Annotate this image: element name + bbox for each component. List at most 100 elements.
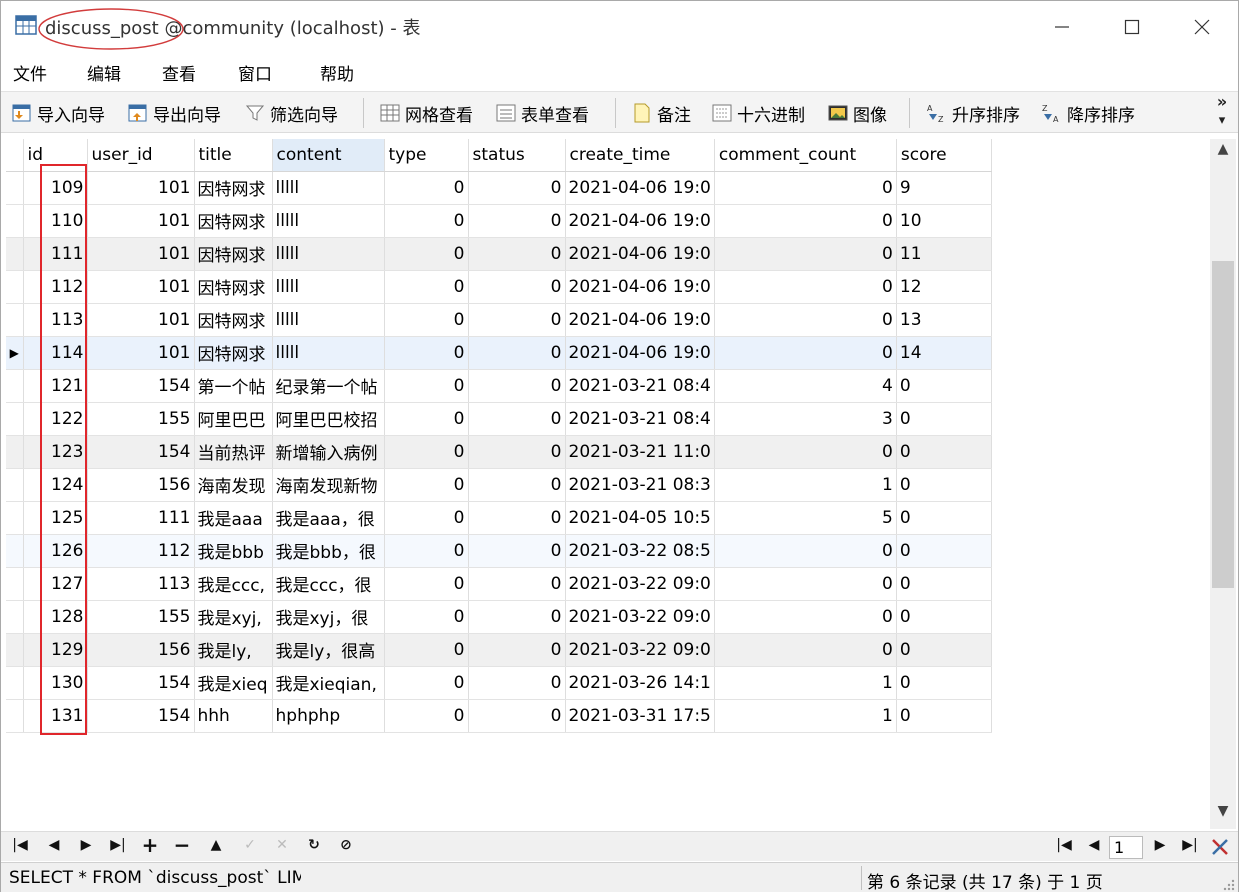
cell-id[interactable]: 127: [23, 567, 88, 601]
menu-help[interactable]: 帮助: [320, 60, 354, 85]
cell-title[interactable]: 我是ccc,: [194, 567, 273, 601]
cell-id[interactable]: 131: [23, 699, 88, 733]
cell-content[interactable]: 纪录第一个帖: [272, 369, 385, 403]
data-grid[interactable]: id user_id title content type status cre…: [6, 139, 1210, 829]
cell-user-id[interactable]: 155: [87, 402, 195, 436]
column-header-comment-count[interactable]: comment_count: [714, 139, 897, 172]
cell-comment-count[interactable]: 0: [714, 171, 897, 205]
cell-title[interactable]: 因特网求: [194, 204, 273, 238]
cell-title[interactable]: 第一个帖: [194, 369, 273, 403]
row-indicator[interactable]: [6, 468, 24, 502]
cell-score[interactable]: 0: [896, 501, 992, 535]
cell-content[interactable]: lllll: [272, 204, 385, 238]
table-row[interactable]: 124 156 海南发现 海南发现新物 0 0 2021-03-21 08:3 1 0: [6, 468, 992, 502]
cell-type[interactable]: 0: [384, 402, 469, 436]
cell-score[interactable]: 9: [896, 171, 992, 205]
cell-status[interactable]: 0: [468, 501, 566, 535]
menu-file[interactable]: 文件: [13, 60, 47, 85]
cell-create-time[interactable]: 2021-03-21 08:4: [565, 402, 715, 436]
cell-type[interactable]: 0: [384, 369, 469, 403]
refresh-icon[interactable]: ↻: [303, 837, 325, 857]
hex-button[interactable]: 十六进制: [711, 100, 805, 126]
filter-wizard-button[interactable]: 筛选向导: [244, 100, 338, 126]
table-row[interactable]: 123 154 当前热评 新增输入病例 0 0 2021-03-21 11:0 0 0: [6, 435, 992, 469]
cell-comment-count[interactable]: 4: [714, 369, 897, 403]
cell-user-id[interactable]: 154: [87, 699, 195, 733]
cell-title[interactable]: 我是aaa: [194, 501, 273, 535]
discard-changes-icon[interactable]: ✕: [271, 837, 293, 857]
cell-create-time[interactable]: 2021-04-06 19:0: [565, 270, 715, 304]
cell-user-id[interactable]: 101: [87, 336, 195, 370]
current-row-arrow-icon[interactable]: ▶: [6, 336, 24, 370]
cell-type[interactable]: 0: [384, 270, 469, 304]
cell-score[interactable]: 0: [896, 468, 992, 502]
cell-score[interactable]: 11: [896, 237, 992, 271]
cell-create-time[interactable]: 2021-04-05 10:5: [565, 501, 715, 535]
column-header-status[interactable]: status: [468, 139, 566, 172]
cell-create-time[interactable]: 2021-03-22 09:0: [565, 567, 715, 601]
cell-user-id[interactable]: 101: [87, 171, 195, 205]
cell-id[interactable]: 123: [23, 435, 88, 469]
row-indicator[interactable]: [6, 633, 24, 667]
cell-score[interactable]: 0: [896, 567, 992, 601]
scroll-thumb[interactable]: [1212, 261, 1234, 588]
table-row[interactable]: 112 101 因特网求 lllll 0 0 2021-04-06 19:0 0 12: [6, 270, 992, 304]
cell-title[interactable]: 我是xieq: [194, 666, 273, 700]
scroll-down-icon[interactable]: ▼: [1210, 803, 1236, 829]
cell-score[interactable]: 0: [896, 666, 992, 700]
table-row[interactable]: 121 154 第一个帖 纪录第一个帖 0 0 2021-03-21 08:4 4 0: [6, 369, 992, 403]
cell-score[interactable]: 0: [896, 633, 992, 667]
cell-create-time[interactable]: 2021-03-21 08:4: [565, 369, 715, 403]
grid-view-button[interactable]: 网格查看: [379, 100, 473, 126]
cell-comment-count[interactable]: 5: [714, 501, 897, 535]
cell-status[interactable]: 0: [468, 666, 566, 700]
cell-title[interactable]: 因特网求: [194, 237, 273, 271]
table-row[interactable]: 125 111 我是aaa 我是aaa，很 0 0 2021-04-05 10:5 5 0: [6, 501, 992, 535]
cell-status[interactable]: 0: [468, 600, 566, 634]
cell-comment-count[interactable]: 0: [714, 237, 897, 271]
cell-type[interactable]: 0: [384, 468, 469, 502]
column-header-id[interactable]: id: [23, 139, 88, 172]
cell-title[interactable]: 我是ly,: [194, 633, 273, 667]
cell-status[interactable]: 0: [468, 402, 566, 436]
export-wizard-button[interactable]: 导出向导: [127, 100, 221, 126]
table-row[interactable]: 130 154 我是xieq 我是xieqian, 0 0 2021-03-26 14:1 1…: [6, 666, 992, 700]
cell-status[interactable]: 0: [468, 171, 566, 205]
cell-user-id[interactable]: 156: [87, 468, 195, 502]
cell-title[interactable]: 因特网求: [194, 336, 273, 370]
cell-status[interactable]: 0: [468, 204, 566, 238]
cell-id[interactable]: 114: [23, 336, 88, 370]
cell-type[interactable]: 0: [384, 336, 469, 370]
cell-status[interactable]: 0: [468, 237, 566, 271]
cell-type[interactable]: 0: [384, 699, 469, 733]
menu-view[interactable]: 查看: [162, 60, 196, 85]
sort-descending-button[interactable]: ZA 降序排序: [1041, 100, 1135, 126]
cell-type[interactable]: 0: [384, 204, 469, 238]
cell-status[interactable]: 0: [468, 336, 566, 370]
last-record-icon[interactable]: ▶|: [107, 837, 129, 857]
cell-title[interactable]: 因特网求: [194, 303, 273, 337]
cell-user-id[interactable]: 154: [87, 435, 195, 469]
row-indicator[interactable]: [6, 666, 24, 700]
cell-type[interactable]: 0: [384, 600, 469, 634]
cell-status[interactable]: 0: [468, 534, 566, 568]
cell-score[interactable]: 10: [896, 204, 992, 238]
cell-title[interactable]: 当前热评: [194, 435, 273, 469]
cell-id[interactable]: 109: [23, 171, 88, 205]
cell-status[interactable]: 0: [468, 369, 566, 403]
table-row[interactable]: 129 156 我是ly, 我是ly，很高 0 0 2021-03-22 09:0 0 0: [6, 633, 992, 667]
cell-id[interactable]: 122: [23, 402, 88, 436]
cell-content[interactable]: 我是ly，很高: [272, 633, 385, 667]
cell-comment-count[interactable]: 0: [714, 435, 897, 469]
cell-status[interactable]: 0: [468, 435, 566, 469]
cell-score[interactable]: 0: [896, 435, 992, 469]
cell-type[interactable]: 0: [384, 534, 469, 568]
cell-comment-count[interactable]: 0: [714, 600, 897, 634]
cell-id[interactable]: 111: [23, 237, 88, 271]
cell-user-id[interactable]: 113: [87, 567, 195, 601]
cell-status[interactable]: 0: [468, 303, 566, 337]
cell-comment-count[interactable]: 0: [714, 336, 897, 370]
cell-create-time[interactable]: 2021-04-06 19:0: [565, 303, 715, 337]
cell-id[interactable]: 121: [23, 369, 88, 403]
cell-comment-count[interactable]: 1: [714, 468, 897, 502]
